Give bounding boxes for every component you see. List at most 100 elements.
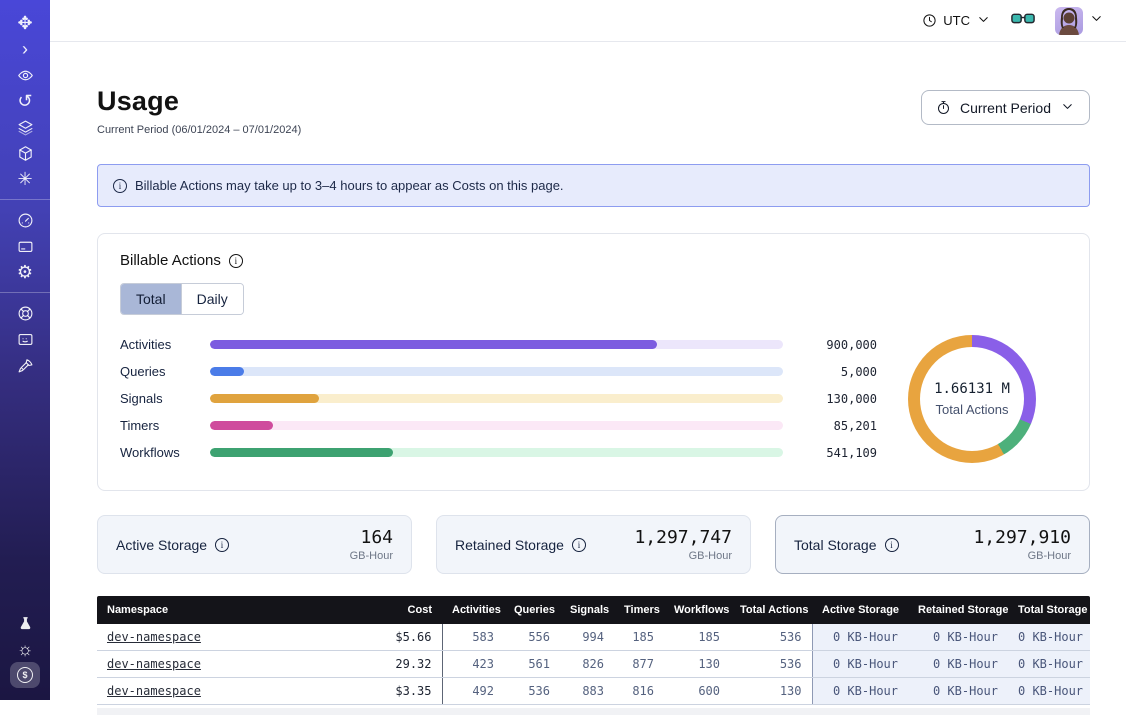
cost-cell: $3.35 <box>347 678 442 705</box>
total-actions-cell: 536 <box>730 651 812 678</box>
bar-row-workflows: Workflows 541,109 <box>120 439 877 466</box>
timers-cell: 816 <box>614 678 664 705</box>
bar-label: Signals <box>120 391 210 406</box>
labs-flask-icon[interactable] <box>10 610 40 636</box>
bar-row-activities: Activities 900,000 <box>120 331 877 358</box>
chevron-right-collapse-icon[interactable]: › <box>10 36 40 62</box>
retained-storage-cell: 0 KB-Hour <box>908 624 1008 651</box>
timezone-selector[interactable]: UTC <box>922 12 991 30</box>
bar-fill <box>210 340 657 349</box>
bar-value: 85,201 <box>799 419 877 433</box>
docs-terminal-icon[interactable] <box>10 326 40 352</box>
bar-row-timers: Timers 85,201 <box>120 412 877 439</box>
active-storage-cell: 0 KB-Hour <box>812 678 908 705</box>
col-activities: Activities <box>442 596 504 624</box>
layers-icon[interactable] <box>10 114 40 140</box>
col-retained-storage: Retained Storage <box>908 596 1008 624</box>
avatar <box>1055 7 1083 35</box>
timers-cell: 877 <box>614 651 664 678</box>
getting-started-rocket-icon[interactable] <box>10 352 40 378</box>
info-icon[interactable]: i <box>215 538 229 552</box>
info-icon: i <box>113 179 127 193</box>
billing-card-icon[interactable] <box>10 233 40 259</box>
topbar: UTC <box>50 0 1126 42</box>
queries-cell: 561 <box>504 651 560 678</box>
bar-value: 130,000 <box>799 392 877 406</box>
table-row: dev-namespace 29.32 423 561 826 877 130 … <box>97 651 1090 678</box>
usage-gauge-icon[interactable] <box>10 207 40 233</box>
billable-actions-card: Billable Actions i Total Daily Activitie… <box>97 233 1090 491</box>
billable-view-tabs: Total Daily <box>120 283 244 315</box>
support-lifebuoy-icon[interactable] <box>10 300 40 326</box>
info-icon[interactable]: i <box>572 538 586 552</box>
table-row: dev-namespace $3.35 492 536 883 816 600 … <box>97 678 1090 705</box>
bar-track <box>210 367 783 376</box>
nexus-asterisk-icon[interactable]: ✳ <box>10 166 40 192</box>
period-selector-label: Current Period <box>960 100 1051 116</box>
chevron-down-icon <box>1060 99 1075 117</box>
bar-value: 541,109 <box>799 446 877 460</box>
retained-storage-unit: GB-Hour <box>634 550 732 562</box>
namespaces-icon[interactable] <box>10 62 40 88</box>
col-timers: Timers <box>614 596 664 624</box>
temporal-logo-icon[interactable]: ✥ <box>10 10 40 36</box>
signals-cell: 826 <box>560 651 614 678</box>
active-storage-label: Active Storage <box>116 537 207 553</box>
info-icon[interactable]: i <box>885 538 899 552</box>
tab-daily[interactable]: Daily <box>181 284 243 314</box>
bar-fill <box>210 421 273 430</box>
col-namespace: Namespace <box>97 596 347 624</box>
total-storage-label: Total Storage <box>794 537 877 553</box>
active-storage-cell: 0 KB-Hour <box>812 651 908 678</box>
retained-storage-cell: 0 KB-Hour <box>908 651 1008 678</box>
col-signals: Signals <box>560 596 614 624</box>
total-storage-cell: 0 KB-Hour <box>1008 624 1090 651</box>
theme-sun-icon[interactable]: ☼ <box>10 636 40 662</box>
settings-gear-icon[interactable]: ⚙ <box>10 259 40 285</box>
info-icon[interactable]: i <box>229 254 243 268</box>
col-queries: Queries <box>504 596 560 624</box>
tab-total[interactable]: Total <box>121 284 181 314</box>
retained-storage-cell: 0 KB-Hour <box>908 678 1008 705</box>
bar-track <box>210 448 783 457</box>
total-storage-cell: 0 KB-Hour <box>1008 678 1090 705</box>
namespace-cell: dev-namespace <box>97 651 347 678</box>
active-storage-card: Active Storage i 164 GB-Hour <box>97 515 412 574</box>
stopwatch-icon <box>936 100 951 115</box>
total-storage-card: Total Storage i 1,297,910 GB-Hour <box>775 515 1090 574</box>
bar-value: 900,000 <box>799 338 877 352</box>
glasses-icon[interactable] <box>1011 10 1035 31</box>
timers-cell: 185 <box>614 624 664 651</box>
namespace-link[interactable]: dev-namespace <box>107 684 201 698</box>
table-row: dev-namespace $5.66 583 556 994 185 185 … <box>97 624 1090 651</box>
period-selector-button[interactable]: Current Period <box>921 90 1090 125</box>
retained-storage-card: Retained Storage i 1,297,747 GB-Hour <box>436 515 751 574</box>
history-icon[interactable]: ↺ <box>10 88 40 114</box>
signals-cell: 883 <box>560 678 614 705</box>
workflows-cell: 600 <box>664 678 730 705</box>
namespace-usage-table: Namespace Cost Activities Queries Signal… <box>97 596 1090 705</box>
bar-row-queries: Queries 5,000 <box>120 358 877 385</box>
usage-coin-icon[interactable]: $ <box>10 662 40 688</box>
col-workflows: Workflows <box>664 596 730 624</box>
bar-row-signals: Signals 130,000 <box>120 385 877 412</box>
cube-icon[interactable] <box>10 140 40 166</box>
namespace-link[interactable]: dev-namespace <box>107 630 201 644</box>
namespace-link[interactable]: dev-namespace <box>107 657 201 671</box>
chevron-down-icon <box>1089 11 1104 31</box>
billable-actions-bar-chart: Activities 900,000 Queries 5,000 Signals… <box>120 331 877 466</box>
namespace-cell: dev-namespace <box>97 678 347 705</box>
timezone-label: UTC <box>943 13 970 28</box>
bar-label: Activities <box>120 337 210 352</box>
main-content: Usage Current Period (06/01/2024 – 07/01… <box>50 42 1126 700</box>
workflows-cell: 130 <box>664 651 730 678</box>
cost-cell: $5.66 <box>347 624 442 651</box>
retained-storage-label: Retained Storage <box>455 537 564 553</box>
queries-cell: 556 <box>504 624 560 651</box>
chevron-down-icon <box>976 12 991 30</box>
table-header-row: Namespace Cost Activities Queries Signal… <box>97 596 1090 624</box>
bar-fill <box>210 394 319 403</box>
col-total-actions: Total Actions <box>730 596 812 624</box>
user-menu[interactable] <box>1055 7 1104 35</box>
bar-fill <box>210 448 393 457</box>
